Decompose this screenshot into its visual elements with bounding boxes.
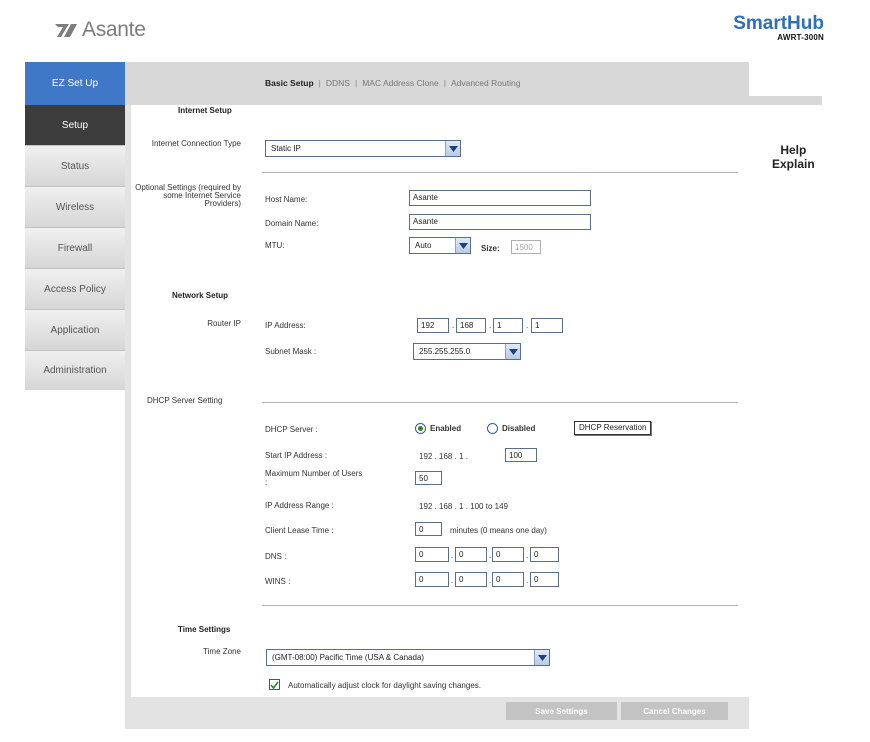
- radio-enabled[interactable]: [415, 423, 426, 434]
- dst-label: Automatically adjust clock for daylight …: [288, 681, 481, 690]
- sidebar-item-status[interactable]: Status: [25, 146, 125, 187]
- connection-type-select[interactable]: Static IP: [265, 140, 461, 157]
- ip-range-value: 192 . 168 . 1 . 100 to 149: [419, 502, 508, 511]
- wins-octet-3[interactable]: 0: [492, 572, 524, 587]
- dst-checkbox[interactable]: [269, 679, 280, 690]
- tab-mac-address-clone[interactable]: MAC Address Clone: [362, 78, 439, 88]
- lease-time-note: minutes (0 means one day): [450, 526, 547, 535]
- network-setup-title: Network Setup: [172, 291, 229, 300]
- router-ip-octet-4[interactable]: 1: [531, 318, 563, 333]
- max-users-input[interactable]: 50: [415, 471, 442, 485]
- check-icon: [270, 681, 279, 689]
- dhcp-title: DHCP Server Setting: [147, 396, 223, 405]
- sidebar-item-firewall[interactable]: Firewall: [25, 228, 125, 269]
- host-name-input[interactable]: Asante: [409, 190, 591, 206]
- domain-name-input[interactable]: Asante: [409, 214, 591, 230]
- cancel-changes-button[interactable]: Cancel Changes: [621, 702, 728, 720]
- tab-basic-setup[interactable]: Basic Setup: [265, 78, 314, 88]
- sidebar-item-wireless[interactable]: Wireless: [25, 187, 125, 228]
- sidebar-item-application[interactable]: Application: [25, 310, 125, 351]
- optional-settings-label: Optional Settings (required by some Inte…: [135, 183, 241, 208]
- chevron-down-icon[interactable]: [505, 344, 520, 359]
- help-header-box: [749, 62, 822, 96]
- tab-separator: |: [443, 78, 446, 88]
- sidebar-item-access-policy[interactable]: Access Policy: [25, 269, 125, 310]
- lease-time-input[interactable]: 0: [415, 522, 442, 536]
- save-settings-button[interactable]: Save Settings: [506, 702, 617, 720]
- dhcp-disabled-option[interactable]: Disabled: [487, 423, 535, 434]
- dhcp-server-label: DHCP Server :: [265, 425, 318, 434]
- start-ip-label: Start IP Address :: [265, 451, 328, 460]
- explain-label: Explain: [772, 157, 815, 171]
- ip-range-label: IP Address Range :: [265, 501, 334, 510]
- dhcp-reservation-button[interactable]: DHCP Reservation: [574, 421, 652, 435]
- sidebar: Setup Status Wireless Firewall Access Po…: [25, 105, 125, 390]
- size-label: Size:: [481, 244, 500, 253]
- router-ip-label: Router IP: [207, 319, 241, 328]
- chevron-down-icon[interactable]: [534, 650, 549, 665]
- router-ip-octet-1[interactable]: 192: [417, 318, 449, 333]
- dns-label: DNS :: [265, 552, 287, 561]
- dhcp-enabled-option[interactable]: Enabled: [415, 423, 461, 434]
- connection-type-value: Static IP: [271, 144, 301, 153]
- help-explain-link[interactable]: Help Explain: [772, 143, 815, 171]
- brand-model: AWRT-300N: [777, 33, 824, 42]
- tab-separator: |: [354, 78, 358, 88]
- wins-octet-4[interactable]: 0: [530, 572, 559, 587]
- wins-octet-1[interactable]: 0: [415, 572, 449, 587]
- time-zone-select[interactable]: (GMT-08:00) Pacific Time (USA & Canada): [266, 649, 550, 666]
- lease-time-label: Client Lease Time :: [265, 526, 334, 535]
- disabled-label: Disabled: [502, 424, 536, 433]
- tab-advanced-routing[interactable]: Advanced Routing: [451, 78, 520, 88]
- max-users-label: Maximum Number of Users :: [265, 469, 363, 487]
- mtu-size-input[interactable]: 1500: [511, 240, 541, 254]
- dns-octet-4[interactable]: 0: [530, 547, 559, 562]
- product-brand: SmartHub AWRT-300N: [733, 13, 824, 43]
- subnet-mask-label: Subnet Mask :: [265, 347, 317, 356]
- mtu-select[interactable]: Auto: [409, 237, 471, 254]
- time-zone-value: (GMT-08:00) Pacific Time (USA & Canada): [272, 653, 425, 662]
- domain-name-label: Domain Name:: [265, 219, 319, 228]
- divider: [262, 172, 738, 173]
- sidebar-item-administration[interactable]: Administration: [25, 351, 125, 390]
- mtu-value: Auto: [415, 241, 432, 250]
- host-name-label: Host Name:: [265, 195, 308, 204]
- sub-navigation: Basic Setup | DDNS | MAC Address Clone | Advan…: [265, 78, 520, 88]
- time-settings-title: Time Settings: [178, 625, 231, 634]
- enabled-label: Enabled: [430, 424, 462, 433]
- chevron-down-icon[interactable]: [445, 141, 460, 156]
- wins-label: WINS :: [265, 577, 291, 586]
- radio-disabled[interactable]: [487, 423, 498, 434]
- ez-setup-button[interactable]: EZ Set Up: [25, 62, 125, 105]
- mtu-label: MTU:: [265, 241, 285, 250]
- tab-separator: |: [318, 78, 321, 88]
- time-zone-label: Time Zone: [203, 647, 241, 656]
- subnet-mask-value: 255.255.255.0: [419, 347, 471, 356]
- router-ip-octet-3[interactable]: 1: [493, 318, 523, 333]
- help-label: Help: [780, 143, 807, 157]
- dns-octet-2[interactable]: 0: [455, 547, 487, 562]
- tab-ddns[interactable]: DDNS: [326, 78, 350, 88]
- start-ip-last-octet[interactable]: 100: [505, 448, 537, 462]
- start-ip-prefix: 192 . 168 . 1 .: [419, 452, 468, 461]
- subnet-mask-select[interactable]: 255.255.255.0: [413, 343, 521, 360]
- dns-octet-1[interactable]: 0: [415, 547, 449, 562]
- chevron-down-icon[interactable]: [455, 238, 470, 253]
- ip-address-label: IP Address:: [265, 321, 306, 330]
- dns-octet-3[interactable]: 0: [492, 547, 524, 562]
- logo-text: Asante: [82, 18, 146, 41]
- sidebar-item-setup[interactable]: Setup: [25, 105, 125, 146]
- connection-type-label: Internet Connection Type: [151, 139, 241, 148]
- asante-logo: Asante: [53, 18, 146, 42]
- router-ip-octet-2[interactable]: 168: [456, 318, 486, 333]
- brand-title: SmartHub: [733, 13, 824, 34]
- divider: [262, 605, 738, 606]
- asante-logo-icon: [53, 21, 79, 39]
- internet-setup-title: Internet Setup: [178, 106, 232, 115]
- divider: [262, 402, 738, 403]
- wins-octet-2[interactable]: 0: [455, 572, 487, 587]
